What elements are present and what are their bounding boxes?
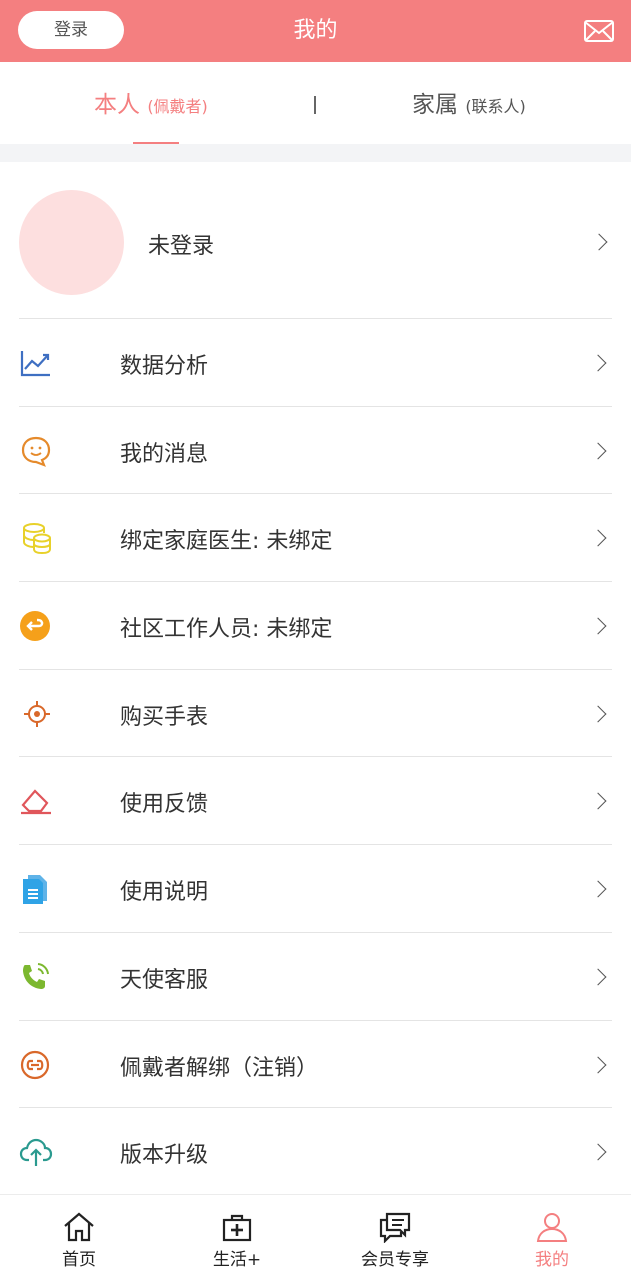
chevron-right-icon — [589, 968, 607, 986]
tab-family-label: 家属 — [412, 92, 458, 118]
nav-membership[interactable]: 会员专享 — [316, 1195, 474, 1280]
nav-life[interactable]: 生活+ — [158, 1195, 316, 1280]
user-icon — [536, 1213, 568, 1242]
cloud-upload-icon — [19, 1139, 53, 1167]
menu-label: 我的消息 — [120, 441, 209, 467]
tab-divider — [314, 96, 316, 114]
tab-family[interactable]: 家属 (联系人) — [412, 62, 526, 144]
chevron-right-icon — [589, 617, 607, 635]
coins-stack-icon — [23, 523, 51, 555]
chevron-right-icon — [589, 354, 607, 372]
menu-label: 天使客服 — [120, 967, 209, 993]
nav-home[interactable]: 首页 — [0, 1195, 158, 1280]
menu-label: 绑定家庭医生: 未绑定 — [120, 529, 333, 555]
bottom-nav: 首页 生活+ 会员专享 我的 — [0, 1194, 631, 1280]
chevron-right-icon — [589, 705, 607, 723]
chevron-right-icon — [589, 880, 607, 898]
tab-self[interactable]: 本人 (佩戴者) — [94, 62, 208, 144]
home-icon — [64, 1212, 94, 1242]
tab-self-label: 本人 — [94, 92, 140, 118]
nav-label: 生活+ — [212, 1250, 262, 1270]
menu-item-feedback[interactable]: 使用反馈 — [19, 756, 612, 844]
menu-item-instructions[interactable]: 使用说明 — [19, 844, 612, 932]
chevron-right-icon — [589, 1056, 607, 1073]
menu-item-unbind[interactable]: 佩戴者解绑（注销） — [19, 1019, 612, 1108]
target-icon — [24, 700, 50, 727]
role-tabs: 本人 (佩戴者) 家属 (联系人) — [0, 62, 631, 145]
tab-family-sub: (联系人) — [465, 97, 526, 116]
menu-item-customer-service[interactable]: 天使客服 — [19, 931, 612, 1020]
menu-item-buy-watch[interactable]: 购买手表 — [19, 668, 612, 757]
chevron-right-icon — [589, 442, 607, 460]
chevron-right-icon — [590, 233, 608, 251]
menu-label: 使用说明 — [120, 880, 209, 906]
nav-label: 首页 — [62, 1250, 96, 1270]
profile-name: 未登录 — [148, 234, 215, 259]
mail-icon[interactable] — [584, 20, 614, 42]
login-button[interactable]: 登录 — [18, 11, 124, 49]
menu-item-data-analysis[interactable]: 数据分析 — [19, 318, 612, 406]
menu-item-community-staff[interactable]: 社区工作人员: 未绑定 — [19, 581, 612, 669]
menu-label: 佩戴者解绑（注销） — [120, 1055, 319, 1081]
nav-label: 会员专享 — [361, 1250, 429, 1270]
menu-list: 数据分析 我的消息 绑定家庭医生: 未绑定 社区工作人员: 未绑定 购买手表 使… — [0, 318, 631, 1195]
chevron-right-icon — [589, 792, 607, 810]
section-divider — [0, 144, 631, 162]
chevron-right-icon — [589, 1143, 607, 1161]
medical-kit-icon — [222, 1214, 252, 1242]
return-arrow-icon — [20, 611, 50, 642]
profile-row[interactable]: 未登录 — [0, 162, 631, 318]
avatar[interactable] — [19, 190, 124, 295]
nav-label: 我的 — [535, 1250, 569, 1270]
chevron-right-icon — [589, 529, 607, 547]
menu-label: 购买手表 — [120, 704, 209, 730]
eraser-icon — [21, 789, 51, 815]
chat-icon — [379, 1212, 411, 1243]
phone-icon — [23, 962, 49, 989]
document-icon — [23, 875, 47, 905]
nav-mine[interactable]: 我的 — [473, 1195, 631, 1280]
unlink-icon — [20, 1050, 50, 1079]
chat-bubble-icon — [21, 436, 51, 467]
menu-item-family-doctor[interactable]: 绑定家庭医生: 未绑定 — [19, 493, 612, 581]
menu-label: 版本升级 — [120, 1143, 209, 1169]
tab-self-sub: (佩戴者) — [147, 97, 208, 116]
menu-label: 数据分析 — [120, 354, 209, 379]
menu-label: 使用反馈 — [120, 792, 209, 818]
trend-chart-icon — [20, 351, 50, 377]
top-bar: 登录 我的 — [0, 0, 631, 62]
menu-item-version-upgrade[interactable]: 版本升级 — [19, 1107, 612, 1195]
menu-item-my-messages[interactable]: 我的消息 — [19, 405, 612, 494]
menu-label: 社区工作人员: 未绑定 — [120, 617, 333, 643]
